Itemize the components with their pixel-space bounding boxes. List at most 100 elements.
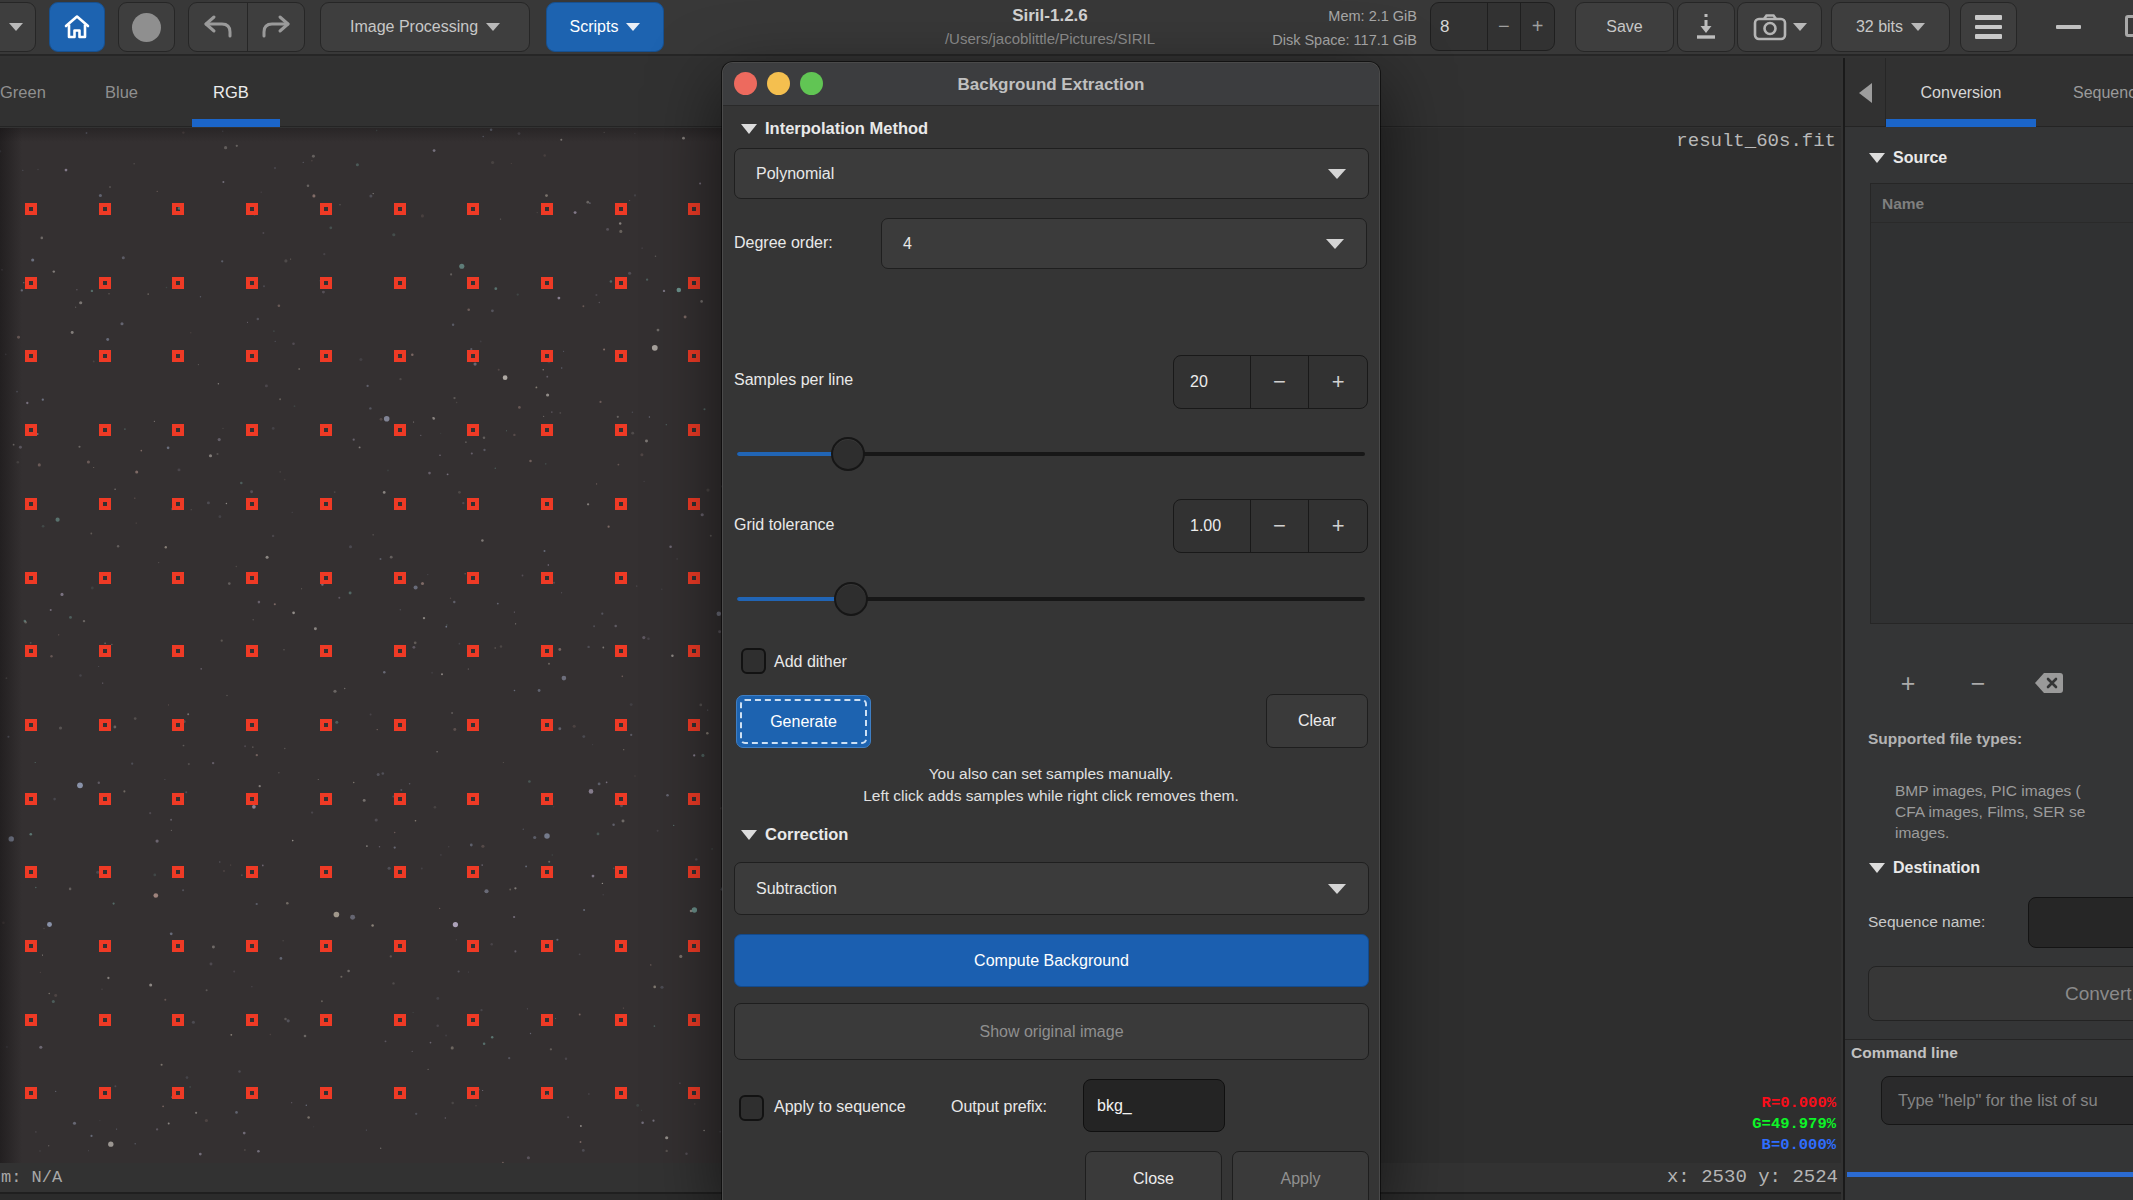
minimize-button[interactable] [2043, 2, 2093, 52]
background-sample-marker[interactable] [246, 572, 258, 584]
background-sample-marker[interactable] [99, 498, 111, 510]
background-sample-marker[interactable] [541, 1014, 553, 1026]
background-sample-marker[interactable] [99, 940, 111, 952]
background-sample-marker[interactable] [541, 645, 553, 657]
background-sample-marker[interactable] [172, 572, 184, 584]
background-sample-marker[interactable] [394, 940, 406, 952]
undo-button[interactable] [189, 3, 247, 51]
background-sample-marker[interactable] [99, 645, 111, 657]
background-sample-marker[interactable] [615, 719, 627, 731]
background-sample-marker[interactable] [688, 350, 700, 362]
background-sample-marker[interactable] [467, 203, 479, 215]
background-sample-marker[interactable] [99, 1014, 111, 1026]
background-sample-marker[interactable] [172, 1014, 184, 1026]
background-sample-marker[interactable] [99, 1087, 111, 1099]
background-sample-marker[interactable] [688, 793, 700, 805]
background-sample-marker[interactable] [394, 424, 406, 436]
samples-slider[interactable] [737, 437, 1365, 471]
threads-increment-button[interactable]: + [1520, 3, 1554, 50]
background-sample-marker[interactable] [394, 1014, 406, 1026]
close-button[interactable]: Close [1085, 1151, 1222, 1200]
compute-background-button[interactable]: Compute Background [734, 934, 1369, 987]
background-sample-marker[interactable] [615, 350, 627, 362]
background-sample-marker[interactable] [688, 719, 700, 731]
tab-sequence[interactable]: Sequence [2073, 58, 2133, 127]
background-sample-marker[interactable] [99, 572, 111, 584]
tolerance-value[interactable]: 1.00 [1174, 500, 1250, 552]
output-prefix-input[interactable]: bkg_ [1083, 1079, 1225, 1132]
background-sample-marker[interactable] [172, 866, 184, 878]
background-sample-marker[interactable] [320, 1087, 332, 1099]
background-sample-marker[interactable] [688, 1014, 700, 1026]
background-sample-marker[interactable] [394, 1087, 406, 1099]
background-sample-marker[interactable] [172, 498, 184, 510]
background-sample-marker[interactable] [246, 940, 258, 952]
background-sample-marker[interactable] [246, 424, 258, 436]
save-button[interactable]: Save [1575, 2, 1674, 52]
background-sample-marker[interactable] [394, 866, 406, 878]
background-sample-marker[interactable] [615, 424, 627, 436]
background-sample-marker[interactable] [615, 572, 627, 584]
background-sample-marker[interactable] [99, 203, 111, 215]
background-sample-marker[interactable] [467, 793, 479, 805]
background-sample-marker[interactable] [394, 277, 406, 289]
background-sample-marker[interactable] [467, 866, 479, 878]
destination-expander[interactable]: Destination [1869, 859, 1980, 877]
background-sample-marker[interactable] [394, 203, 406, 215]
tolerance-increment-button[interactable]: + [1308, 500, 1367, 552]
background-sample-marker[interactable] [172, 793, 184, 805]
background-sample-marker[interactable] [467, 277, 479, 289]
window-control-icon[interactable] [2125, 15, 2133, 37]
background-sample-marker[interactable] [246, 1014, 258, 1026]
background-sample-marker[interactable] [615, 793, 627, 805]
background-sample-marker[interactable] [615, 277, 627, 289]
background-sample-marker[interactable] [688, 498, 700, 510]
background-sample-marker[interactable] [541, 203, 553, 215]
menu-button[interactable] [1960, 2, 2017, 52]
background-sample-marker[interactable] [99, 350, 111, 362]
interpolation-method-combobox[interactable]: Polynomial [734, 148, 1369, 199]
background-sample-marker[interactable] [320, 350, 332, 362]
background-sample-marker[interactable] [394, 793, 406, 805]
background-sample-marker[interactable] [688, 866, 700, 878]
background-sample-marker[interactable] [688, 1087, 700, 1099]
background-sample-marker[interactable] [99, 866, 111, 878]
dialog-titlebar[interactable]: Background Extraction [723, 63, 1379, 106]
background-sample-marker[interactable] [320, 719, 332, 731]
background-sample-marker[interactable] [172, 1087, 184, 1099]
background-sample-marker[interactable] [394, 572, 406, 584]
source-file-list[interactable]: Name [1870, 183, 2133, 624]
source-expander[interactable]: Source [1869, 149, 1947, 167]
background-sample-marker[interactable] [172, 203, 184, 215]
image-processing-menu-button[interactable]: Image Processing [320, 2, 530, 52]
background-sample-marker[interactable] [615, 645, 627, 657]
name-column-header[interactable]: Name [1871, 184, 2133, 223]
remove-files-button[interactable]: − [1956, 664, 2000, 702]
background-sample-marker[interactable] [25, 940, 37, 952]
background-sample-marker[interactable] [246, 1087, 258, 1099]
background-sample-marker[interactable] [320, 277, 332, 289]
home-button[interactable] [49, 2, 105, 52]
threads-value[interactable]: 8 [1431, 3, 1487, 50]
channel-tab-rgb[interactable]: RGB [213, 58, 260, 127]
background-sample-marker[interactable] [615, 1087, 627, 1099]
background-sample-marker[interactable] [320, 940, 332, 952]
background-sample-marker[interactable] [394, 645, 406, 657]
background-sample-marker[interactable] [320, 572, 332, 584]
show-original-image-button[interactable]: Show original image [734, 1003, 1369, 1060]
background-sample-marker[interactable] [615, 203, 627, 215]
background-sample-marker[interactable] [172, 719, 184, 731]
background-sample-marker[interactable] [615, 1014, 627, 1026]
background-sample-marker[interactable] [394, 350, 406, 362]
background-sample-marker[interactable] [172, 645, 184, 657]
bit-depth-button[interactable]: 32 bits [1831, 2, 1950, 52]
background-sample-marker[interactable] [172, 424, 184, 436]
background-sample-marker[interactable] [541, 866, 553, 878]
tab-conversion[interactable]: Conversion [1886, 58, 2036, 127]
hamburger-split-button[interactable] [0, 2, 36, 52]
background-sample-marker[interactable] [172, 940, 184, 952]
background-sample-marker[interactable] [467, 940, 479, 952]
background-sample-marker[interactable] [320, 424, 332, 436]
slider-handle[interactable] [834, 582, 868, 616]
background-sample-marker[interactable] [688, 277, 700, 289]
